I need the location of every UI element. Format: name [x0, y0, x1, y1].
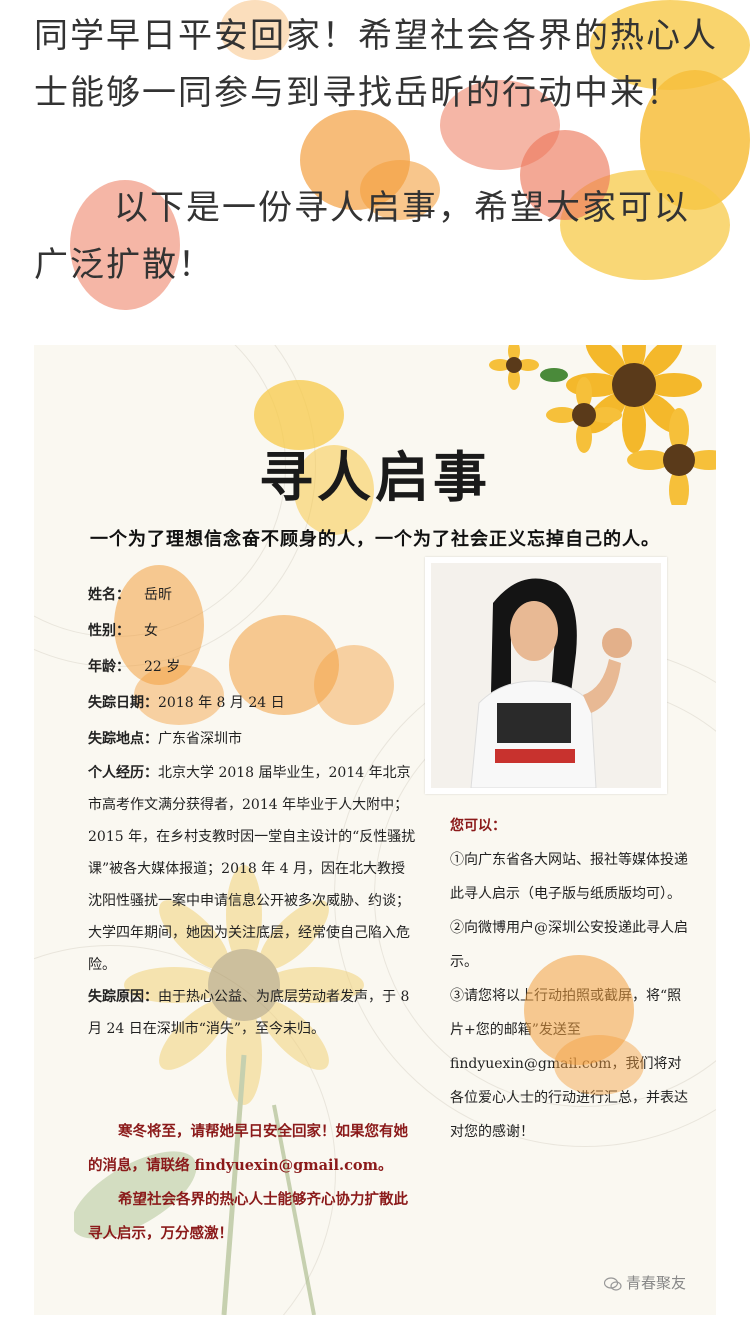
appeal-section: 寒冬将至，请帮她早日安全回家！如果您有她的消息，请联络 findyuexin@g… [88, 1115, 418, 1251]
personal-info: 姓名： 岳昕 性别：女 年龄： 22 岁 失踪日期：2018 年 8 月 24 日 … [88, 577, 418, 1045]
field-value: 22 岁 [144, 659, 181, 675]
watermark: 青春聚友 [604, 1272, 686, 1293]
field-value: 2018 年 8 月 24 日 [158, 695, 285, 711]
field-label: 性别： [88, 623, 130, 639]
field-label: 失踪日期： [88, 695, 158, 711]
missing-person-photo [425, 557, 667, 794]
help-item-1: ①向广东省各大网站、报社等媒体投递此寻人启示（电子版与纸质版均可）。 [450, 852, 688, 902]
bio-label: 个人经历： [88, 765, 158, 781]
field-gender: 性别： 女 [88, 613, 418, 649]
field-name: 姓名： 岳昕 [88, 577, 418, 613]
intro-section: 同学早日平安回家！希望社会各界的热心人士能够一同参与到寻找岳昕的行动中来！ 以下… [0, 0, 750, 330]
appeal-contact: 寒冬将至，请帮她早日安全回家！如果您有她的消息，请联络 findyuexin@g… [88, 1123, 408, 1174]
field-label: 姓名： [88, 587, 130, 603]
reason-label: 失踪原因： [88, 989, 158, 1005]
field-value: 岳昕 [144, 587, 172, 603]
missing-person-poster: 寻人启事 一个为了理想信念奋不顾身的人，一个为了社会正义忘掉自己的人。 姓名： 岳… [34, 345, 716, 1315]
field-missing-place: 失踪地点：广东省深圳市 [88, 721, 418, 757]
help-heading: 您可以： [450, 818, 506, 834]
biography: 个人经历：北京大学 2018 届毕业生，2014 年北京市高考作文满分获得者，2… [88, 757, 418, 981]
wechat-icon [604, 1276, 622, 1291]
field-value: 女 [144, 623, 158, 639]
flower-decoration [554, 1035, 644, 1095]
appeal-thanks: 希望社会各界的热心人士能够齐心协力扩散此寻人启示，万分感激！ [88, 1191, 408, 1242]
intro-paragraph-1: 同学早日平安回家！希望社会各界的热心人士能够一同参与到寻找岳昕的行动中来！ [34, 16, 718, 113]
field-missing-date: 失踪日期：2018 年 8 月 24 日 [88, 685, 418, 721]
portrait-illustration [431, 563, 661, 788]
field-label: 年龄： [88, 659, 130, 675]
missing-reason: 失踪原因：由于热心公益、为底层劳动者发声，于 8 月 24 日在深圳市“消失”，… [88, 981, 418, 1045]
intro-paragraph-2: 以下是一份寻人启事，希望大家可以广泛扩散！ [34, 188, 690, 285]
poster-title: 寻人启事 [259, 445, 491, 509]
watermark-text: 青春聚友 [626, 1274, 687, 1292]
poster-tagline: 一个为了理想信念奋不顾身的人，一个为了社会正义忘掉自己的人。 [90, 529, 660, 550]
field-label: 失踪地点： [88, 731, 158, 747]
bio-text: 北京大学 2018 届毕业生，2014 年北京市高考作文满分获得者，2014 年… [88, 765, 416, 973]
field-age: 年龄： 22 岁 [88, 649, 418, 685]
field-value: 广东省深圳市 [158, 731, 242, 747]
